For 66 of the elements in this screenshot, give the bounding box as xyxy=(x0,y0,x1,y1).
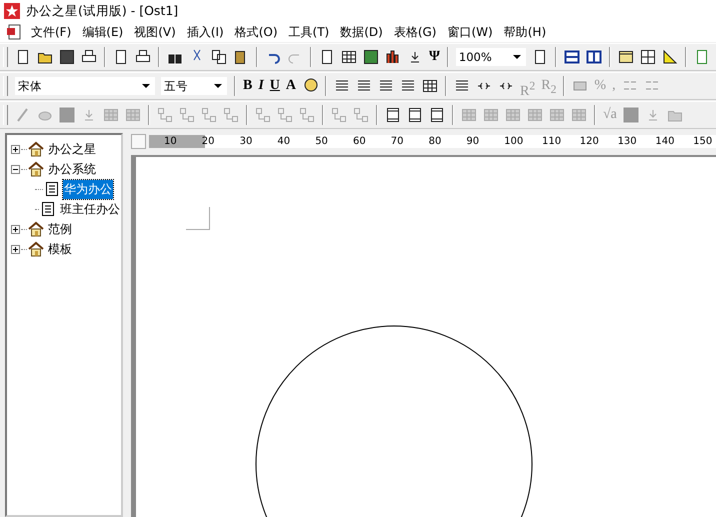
menu-item[interactable]: 编辑(E) xyxy=(79,24,132,40)
ruler-number: 10 xyxy=(163,136,178,146)
frame-icon[interactable] xyxy=(385,107,401,123)
tri-icon[interactable] xyxy=(662,49,678,65)
tree-item[interactable]: 模板 xyxy=(47,240,73,258)
document-icon xyxy=(40,201,56,217)
window-icon[interactable] xyxy=(618,49,634,65)
menu-item[interactable]: 表格(G) xyxy=(390,24,444,40)
document-icon xyxy=(44,181,60,197)
ruler-number: 20 xyxy=(200,136,216,146)
tree-item[interactable]: 范例 xyxy=(47,220,73,238)
star-logo-icon xyxy=(4,3,20,19)
toolbar-button[interactable]: A xyxy=(282,76,300,96)
menu-item[interactable]: 数据(D) xyxy=(337,24,391,40)
grid-icon[interactable] xyxy=(422,78,438,94)
ruler-number: 100 xyxy=(503,136,524,146)
ruler-number: 150 xyxy=(692,136,714,146)
ruler-number: 120 xyxy=(578,136,600,146)
font-dropdown[interactable]: 宋体 xyxy=(15,77,155,95)
frame-icon[interactable] xyxy=(429,107,445,123)
ruler-number: 70 xyxy=(390,136,405,146)
ruler-number: 60 xyxy=(352,136,367,146)
window-title: 办公之星(试用版) - [Ost1] xyxy=(26,2,178,20)
menu-item[interactable]: 工具(T) xyxy=(286,24,338,40)
house-icon xyxy=(28,161,44,177)
ruler-number: 40 xyxy=(276,136,292,146)
tree-item[interactable]: 华为办公 xyxy=(63,180,113,198)
ruler-number: 90 xyxy=(465,136,480,146)
toolbar-button[interactable]: Ψ xyxy=(426,47,443,67)
house-icon xyxy=(28,221,44,237)
frame-icon[interactable] xyxy=(407,107,423,123)
tree-item[interactable]: 办公之星 xyxy=(47,140,97,158)
ruler-number: 50 xyxy=(314,136,329,146)
tree-item[interactable]: 办公系统 xyxy=(47,160,97,178)
expander-icon[interactable] xyxy=(11,164,20,174)
expander-icon[interactable] xyxy=(11,244,20,254)
ruler-number: 80 xyxy=(428,136,442,146)
menu-item[interactable]: 格式(O) xyxy=(232,24,286,40)
ruler-number: 30 xyxy=(238,136,254,146)
grid-icon[interactable] xyxy=(341,49,357,65)
chart-icon[interactable] xyxy=(385,49,401,65)
menu-item[interactable]: 插入(I) xyxy=(184,24,232,40)
cols-icon[interactable] xyxy=(586,49,602,65)
font-size-dropdown[interactable]: 五号 xyxy=(161,77,227,95)
zoom-dropdown[interactable]: 100% xyxy=(456,48,526,66)
doc-icon[interactable] xyxy=(15,49,31,65)
house-icon xyxy=(28,241,44,257)
expander-icon[interactable] xyxy=(11,224,20,234)
tree-item[interactable]: 班主任办公 xyxy=(59,200,121,218)
margin-corner-mark xyxy=(186,207,210,230)
expander-icon[interactable] xyxy=(11,144,20,154)
ruler-number: 140 xyxy=(654,136,676,146)
house-icon xyxy=(28,141,44,157)
menu-item[interactable]: 帮助(H) xyxy=(500,24,554,40)
copy-icon[interactable] xyxy=(211,49,227,65)
doc-icon[interactable] xyxy=(319,49,335,65)
toolbar-button[interactable]: I xyxy=(255,76,267,96)
ruler-number: 130 xyxy=(616,136,638,146)
toolbar-button[interactable]: U xyxy=(266,76,283,96)
menu-item[interactable]: 文件(F) xyxy=(28,24,80,40)
menu-item[interactable]: 窗口(W) xyxy=(444,24,501,40)
document-icon[interactable] xyxy=(6,24,22,40)
ruler-number: 110 xyxy=(540,136,562,146)
toolbar-button[interactable]: B xyxy=(240,76,256,96)
rows-icon[interactable] xyxy=(564,49,580,65)
menu-item[interactable]: 视图(V) xyxy=(131,24,184,40)
